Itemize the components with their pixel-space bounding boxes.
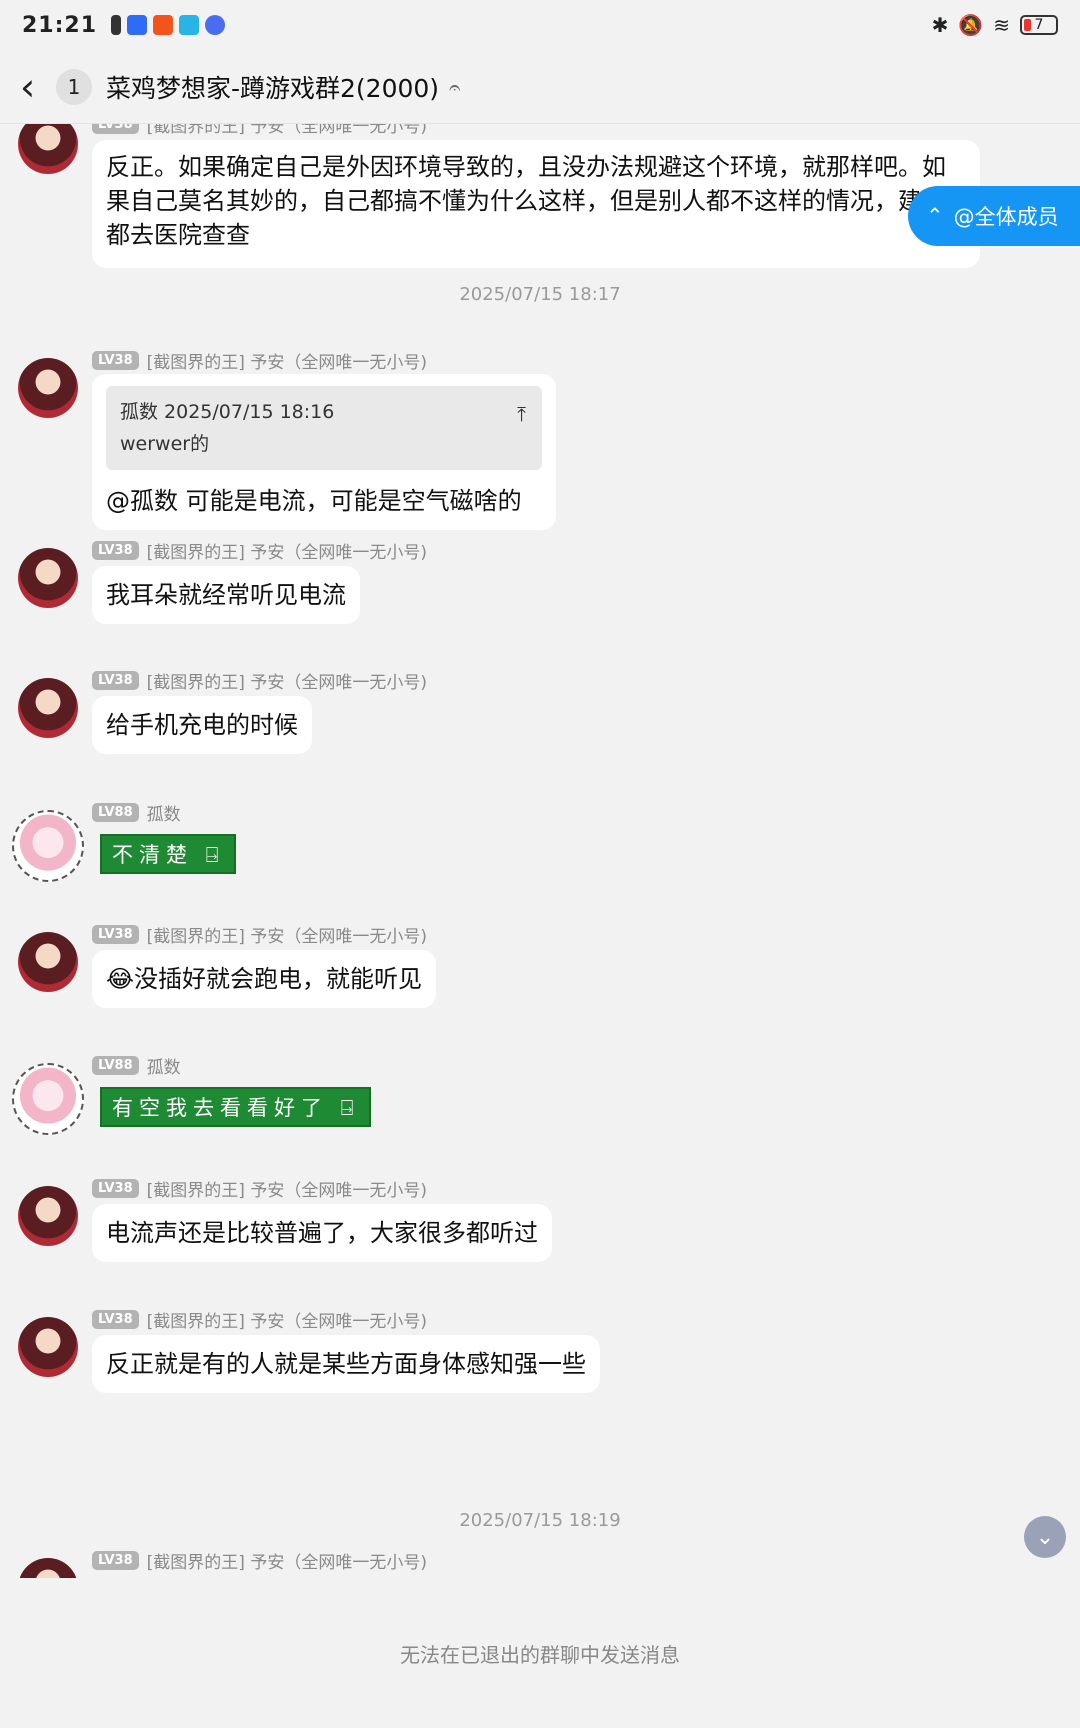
level-badge: LV88 <box>92 803 139 822</box>
sender-meta: LV38 [截图界的王] 予安（全网唯一无小号) <box>92 668 427 693</box>
level-badge: LV38 <box>92 671 139 690</box>
sender-meta: LV38 [截图界的王] 予安（全网唯一无小号) <box>92 1307 427 1332</box>
message-bubble[interactable]: 反正就是有的人就是某些方面身体感知强一些 <box>92 1335 600 1393</box>
sender-name: [截图界的王] 予安（全网唯一无小号) <box>146 1553 427 1573</box>
sender-meta: LV38 [截图界的王] 予安（全网唯一无小号) <box>92 922 427 947</box>
avatar[interactable] <box>18 932 78 992</box>
avatar[interactable] <box>12 1063 84 1135</box>
ear-icon[interactable]: 𝄐 <box>449 75 460 99</box>
sender-name: [截图界的王] 予安（全网唯一无小号) <box>146 353 427 373</box>
avatar[interactable] <box>12 810 84 882</box>
battery-alert-icon <box>111 15 122 35</box>
message-bubble[interactable]: 电流声还是比较普遍了，大家很多都听过 <box>92 1204 552 1262</box>
quote-text: werwer的 <box>120 433 210 455</box>
notification-icons <box>111 15 226 35</box>
avatar[interactable] <box>18 1186 78 1246</box>
baidu-icon <box>127 15 148 35</box>
sender-name: [截图界的王] 予安（全网唯一无小号) <box>146 124 427 137</box>
message-bubble[interactable]: 我耳朵就经常听见电流 <box>92 566 360 624</box>
sender-name: 孤数 <box>146 1058 181 1078</box>
avatar[interactable] <box>18 124 78 174</box>
sender-name: 孤数 <box>146 805 181 825</box>
sender-meta: LV88 孤数 <box>92 1053 181 1078</box>
level-badge: LV38 <box>92 124 139 134</box>
level-badge: LV38 <box>92 1179 139 1198</box>
sender-meta: LV38 [截图界的王] 予安（全网唯一无小号) <box>92 538 427 563</box>
level-badge: LV38 <box>92 1310 139 1329</box>
level-badge: LV38 <box>92 541 139 560</box>
timestamp: 2025/07/15 18:17 <box>459 284 621 305</box>
avatar[interactable] <box>18 548 78 608</box>
scroll-to-bottom-button[interactable]: ⌄ <box>1024 1516 1066 1558</box>
level-badge: LV38 <box>92 351 139 370</box>
sender-meta: LV38 [截图界的王] 予安（全网唯一无小号) <box>92 1176 427 1201</box>
quoted-message[interactable]: 孤数 2025/07/15 18:16 werwer的 ⤒ <box>106 386 542 470</box>
exit-sign-icon: ⍈ <box>205 843 225 867</box>
sender-name: [截图界的王] 予安（全网唯一无小号) <box>146 673 427 693</box>
avatar[interactable] <box>18 358 78 418</box>
sender-name: [截图界的王] 予安（全网唯一无小号) <box>146 1312 427 1332</box>
timestamp: 2025/07/15 18:19 <box>459 1510 621 1531</box>
group-title[interactable]: 菜鸡梦想家-蹲游戏群2(2000) <box>106 69 439 105</box>
level-badge: LV38 <box>92 925 139 944</box>
sticker-image[interactable]: 有空我去看看好了 ⍈ <box>100 1087 372 1127</box>
input-disabled-notice: 无法在已退出的群聊中发送消息 <box>0 1578 1080 1728</box>
status-bar: 21:21 ✱ 🔕 ≋ 7 <box>0 0 1080 50</box>
message-bubble[interactable]: 给手机充电的时候 <box>92 696 312 754</box>
sender-name: [截图界的王] 予安（全网唯一无小号) <box>146 543 427 563</box>
status-time: 21:21 <box>22 12 98 38</box>
at-all-button[interactable]: ⌃ @全体成员 <box>908 186 1080 246</box>
sender-meta: LV38 [截图界的王] 予安（全网唯一无小号) <box>92 124 427 137</box>
double-chevron-up-icon: ⌃ <box>926 204 944 228</box>
sender-name: [截图界的王] 予安（全网唯一无小号) <box>146 927 427 947</box>
chevron-left-icon[interactable]: ‹ <box>20 65 50 109</box>
wifi-icon: ≋ <box>993 13 1010 37</box>
sender-name: [截图界的王] 予安（全网唯一无小号) <box>146 1181 427 1201</box>
level-badge: LV38 <box>92 1551 139 1570</box>
mute-bell-icon: 🔕 <box>958 13 984 37</box>
sender-meta: LV38 [截图界的王] 予安（全网唯一无小号) <box>92 348 427 373</box>
avatar[interactable] <box>18 1558 78 1578</box>
avatar[interactable] <box>18 1317 78 1377</box>
jump-to-quote-icon[interactable]: ⤒ <box>517 398 526 430</box>
message-bubble[interactable]: 😂没插好就会跑电，就能听见 <box>92 950 437 1008</box>
quote-header: 孤数 2025/07/15 18:16 <box>120 401 335 423</box>
exit-sign-icon: ⍈ <box>340 1096 360 1120</box>
music-app-icon <box>205 15 226 35</box>
message-text: @孤数 可能是电流，可能是空气磁啥的 <box>106 487 522 515</box>
xiaohongshu-icon <box>153 15 174 35</box>
chat-header: ‹ 1 菜鸡梦想家-蹲游戏群2(2000) 𝄐 <box>0 50 1080 124</box>
bluetooth-icon: ✱ <box>931 13 949 37</box>
message-bubble[interactable]: 反正。如果确定自己是外因环境导致的，且没办法规避这个环境，就那样吧。如果自己莫名… <box>92 140 980 268</box>
chevron-down-icon: ⌄ <box>1035 1524 1055 1550</box>
sticker-image[interactable]: 不清楚 ⍈ <box>100 834 237 874</box>
level-badge: LV88 <box>92 1056 139 1075</box>
message-bubble[interactable]: 孤数 2025/07/15 18:16 werwer的 ⤒ @孤数 可能是电流，… <box>92 374 556 530</box>
battery-icon: 7 <box>1020 15 1058 35</box>
sender-meta: LV88 孤数 <box>92 800 181 825</box>
book-app-icon <box>179 15 200 35</box>
unread-badge[interactable]: 1 <box>56 68 92 105</box>
sender-meta: LV38 [截图界的王] 予安（全网唯一无小号) <box>92 1548 427 1573</box>
message-list[interactable]: LV38 [截图界的王] 予安（全网唯一无小号) 反正。如果确定自己是外因环境导… <box>0 124 1080 1578</box>
avatar[interactable] <box>18 678 78 738</box>
